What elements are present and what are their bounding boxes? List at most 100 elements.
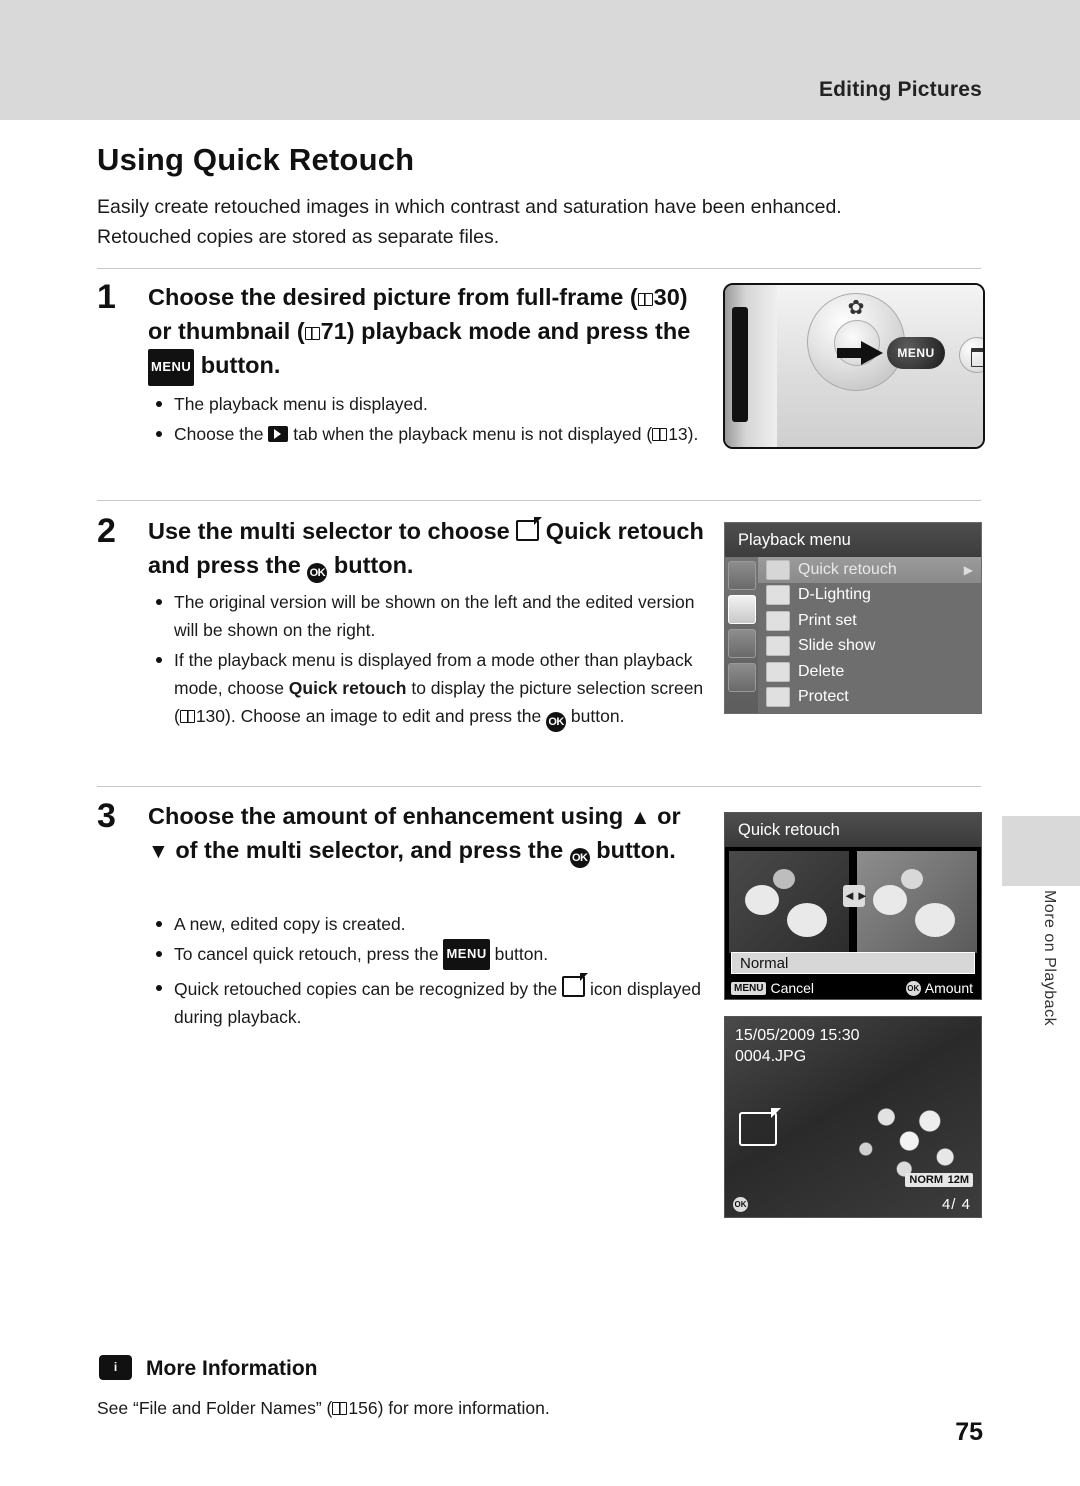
book-ref-icon [304, 327, 320, 340]
step-1-bullet-2-c: ). [687, 424, 699, 444]
page-title: Using Quick Retouch [97, 142, 415, 177]
menu-item-slide-show[interactable]: Slide show [758, 634, 981, 660]
step-2-bullet-2-c: ). Choose an image to edit and press the [225, 706, 547, 726]
amount-value: Normal [731, 952, 975, 974]
step-2-bullet-1: The original version will be shown on th… [148, 588, 704, 644]
flower-shape [873, 885, 907, 915]
figure-playback-photo: 15/05/2009 15:30 0004.JPG NORM 12M OK 4/… [724, 1016, 982, 1218]
camera-left-edge [725, 285, 778, 447]
figure-playback-menu: Playback menu Quick retouch ▶ D-Lighting … [724, 522, 982, 714]
step-2-bullet-2-ref: 130 [195, 706, 226, 726]
step-2-title-c: button. [327, 552, 414, 578]
step-3-bullets: A new, edited copy is created. To cancel… [148, 910, 708, 1033]
divider-1 [97, 268, 981, 269]
step-1-bullet-2-ref: 13 [668, 424, 688, 444]
menu-button-icon: MENU [148, 349, 195, 386]
compare-arrows-icon: ◄► [843, 885, 869, 907]
step-1-bullet-2-a: Choose the [174, 424, 269, 444]
menu-item-quick-retouch[interactable]: Quick retouch ▶ [758, 557, 981, 583]
ok-button-icon: OK [905, 980, 921, 996]
quick-retouch-badge-icon [739, 1108, 781, 1146]
menu-button-icon: MENU [443, 939, 490, 970]
page-header-band [0, 0, 1080, 120]
step-1-title: Choose the desired picture from full-fra… [148, 280, 704, 388]
menu-button-icon: MENU [731, 981, 767, 995]
step-1-ref-2: 71 [320, 318, 347, 344]
more-information-heading: More Information [146, 1357, 318, 1380]
book-ref-icon [637, 293, 653, 306]
quick-retouch-screen-footer: MENU Cancel OK Amount [725, 977, 981, 999]
step-2-bullet-2-d: button. [566, 706, 625, 726]
menu-item-protect[interactable]: Protect [758, 685, 981, 711]
more-information-text-a: See “File and Folder Names” ( [97, 1398, 333, 1418]
step-2-title: Use the multi selector to choose Quick r… [148, 514, 704, 583]
menu-item-delete[interactable]: Delete [758, 659, 981, 685]
key-icon [766, 687, 790, 708]
camera-menu-button: MENU [887, 337, 945, 369]
step-1-title-c: ) playback mode and press the [346, 318, 691, 344]
tab-help[interactable] [727, 663, 756, 692]
step-3-bullet-2: To cancel quick retouch, press the MENU … [148, 939, 708, 972]
quick-retouch-screen-title: Quick retouch [725, 813, 981, 847]
pointer-arrow-icon [837, 341, 883, 365]
camera-rear-body: ✿ MENU [777, 285, 983, 447]
ok-button-icon: OK [569, 848, 590, 868]
manual-page: Editing Pictures Using Quick Retouch Eas… [0, 0, 1080, 1486]
flower-shape [773, 869, 795, 889]
step-3-bullet-1: A new, edited copy is created. [148, 910, 708, 938]
step-2-number: 2 [97, 512, 116, 550]
intro-paragraph: Easily create retouched images in which … [97, 196, 842, 248]
frame-counter: 4/ 4 [941, 1195, 971, 1213]
playback-tab-icon [268, 426, 289, 442]
step-3-title-a: Choose the amount of enhancement using [148, 803, 630, 829]
photo-filename: 0004.JPG [735, 1048, 807, 1065]
tab-shooting[interactable] [727, 561, 756, 590]
arrow-up-icon: ▲ [629, 806, 651, 829]
step-3-bullet-2-b: button. [489, 944, 549, 964]
flower-shape [787, 903, 827, 937]
original-preview [729, 851, 849, 953]
step-2-bullet-2-bold: Quick retouch [288, 678, 407, 698]
book-ref-icon [652, 428, 668, 441]
tab-playback[interactable] [727, 595, 756, 624]
step-3-bullet-3-a: Quick retouched copies can be recognized… [174, 979, 563, 999]
step-1-ref-1: 30 [653, 284, 680, 310]
menu-item-d-lighting[interactable]: D-Lighting [758, 583, 981, 609]
menu-item-label: Delete [798, 662, 845, 680]
step-1-bullets: The playback menu is displayed. Choose t… [148, 390, 704, 450]
page-number: 75 [955, 1418, 983, 1446]
menu-item-label: Print set [798, 611, 857, 629]
step-1-bullet-2-b: tab when the playback menu is not displa… [288, 424, 653, 444]
ok-button-icon: OK [307, 563, 328, 583]
step-1-bullet-2: Choose the tab when the playback menu is… [148, 420, 704, 448]
flower-shape [745, 885, 779, 915]
step-2-title-bold: Quick retouch [545, 518, 704, 544]
tab-setup[interactable] [727, 629, 756, 658]
camera-strap-eyelet [732, 307, 748, 422]
flower-shape [901, 869, 923, 889]
step-1-bullet-1: The playback menu is displayed. [148, 390, 704, 418]
photo-footer: OK 4/ 4 [725, 1191, 981, 1217]
menu-item-label: D-Lighting [798, 586, 871, 604]
print-set-icon [766, 610, 790, 631]
step-1-title-d: button. [194, 352, 281, 378]
menu-item-label: Protect [798, 688, 849, 706]
retouched-preview [857, 851, 977, 953]
arrow-down-icon: ▼ [148, 840, 169, 863]
quick-retouch-icon [562, 973, 589, 997]
photo-date: 15/05/2009 15:30 [735, 1027, 860, 1044]
trash-icon [766, 661, 790, 682]
delete-button-icon [959, 337, 983, 373]
step-3-number: 3 [97, 797, 116, 835]
slide-show-icon [766, 636, 790, 657]
amount-label: Amount [924, 980, 973, 996]
ok-button-icon: OK [733, 1196, 748, 1212]
figure-camera-back: ✿ MENU [723, 283, 985, 449]
menu-item-print-set[interactable]: Print set [758, 608, 981, 634]
quick-retouch-icon [766, 559, 790, 580]
menu-tab-column [725, 557, 758, 713]
playback-menu-title: Playback menu [725, 523, 981, 557]
quick-retouch-icon [516, 517, 543, 541]
step-2-bullets: The original version will be shown on th… [148, 588, 704, 732]
divider-2 [97, 500, 981, 501]
